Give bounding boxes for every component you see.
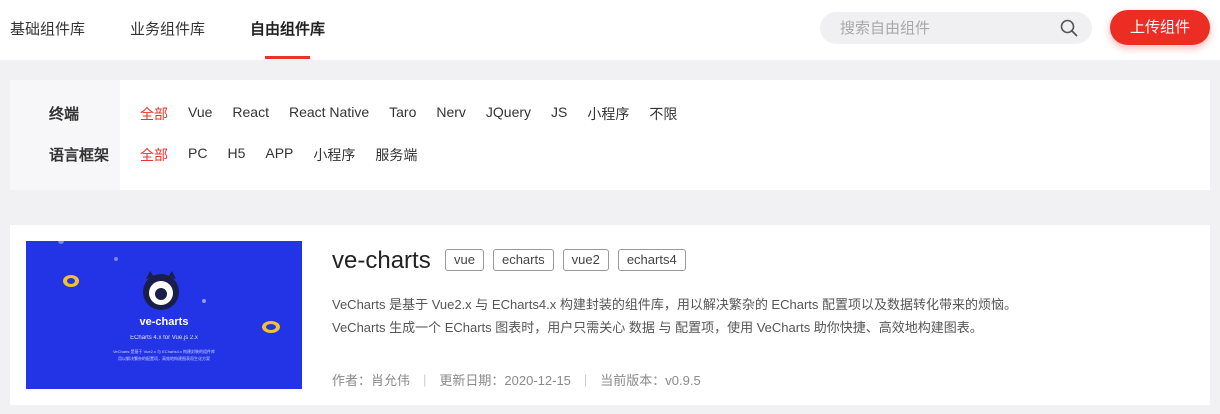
meta-divider: | xyxy=(583,372,588,387)
filter-option-language[interactable]: APP xyxy=(265,145,293,165)
thumbnail-logo-text: ve-charts xyxy=(139,316,189,328)
filter-label-column: 终端 语言框架 xyxy=(10,80,120,190)
filter-label-terminal: 终端 xyxy=(49,106,80,123)
search-icon[interactable] xyxy=(1060,19,1078,37)
filter-option-language[interactable]: 全部 xyxy=(140,145,168,165)
filter-row-terminal: 全部 Vue React React Native Taro Nerv JQuery JS 小程… xyxy=(140,104,677,124)
component-title[interactable]: ve-charts xyxy=(332,247,431,275)
filter-option-terminal[interactable]: 小程序 xyxy=(587,104,629,124)
search-input[interactable] xyxy=(840,12,1060,44)
filter-option-terminal[interactable]: JS xyxy=(551,104,567,124)
active-tab-indicator xyxy=(265,56,310,59)
component-thumbnail[interactable]: ve-charts ECharts 4.x for Vue.js 2.x VeC… xyxy=(26,241,302,389)
filter-option-terminal[interactable]: JQuery xyxy=(486,104,531,124)
thumbnail-subtitle: ECharts 4.x for Vue.js 2.x xyxy=(130,335,198,341)
filter-option-terminal[interactable]: 不限 xyxy=(649,104,677,124)
top-header: 基础组件库 业务组件库 自由组件库 上传组件 xyxy=(0,0,1220,60)
tab-basic-components[interactable]: 基础组件库 xyxy=(10,18,85,39)
description-line-1: VeCharts 是基于 Vue2.x 与 ECharts4.x 构建封装的组件… xyxy=(332,297,1018,312)
filter-row-language: 全部 PC H5 APP 小程序 服务端 xyxy=(140,145,417,165)
component-card[interactable]: ve-charts ECharts 4.x for Vue.js 2.x VeC… xyxy=(10,225,1210,405)
filter-option-language[interactable]: 服务端 xyxy=(375,145,417,165)
component-tags: vue echarts vue2 echarts4 xyxy=(445,249,686,271)
meta-divider: | xyxy=(423,372,427,387)
update-date: 更新日期：2020-12-15 xyxy=(439,373,571,388)
component-meta: 作者：肖允伟 | 更新日期：2020-12-15 | 当前版本：v0.9.5 xyxy=(332,370,701,389)
tab-business-components[interactable]: 业务组件库 xyxy=(130,18,205,39)
description-line-2: VeCharts 生成一个 ECharts 图表时，用户只需关心 数据 与 配置… xyxy=(332,320,983,335)
component-tag[interactable]: echarts xyxy=(492,249,554,271)
upload-component-button[interactable]: 上传组件 xyxy=(1110,10,1210,45)
component-tag[interactable]: vue2 xyxy=(562,249,609,271)
filter-option-terminal[interactable]: React Native xyxy=(289,104,369,124)
filter-option-language[interactable]: PC xyxy=(188,145,207,165)
filter-panel: 终端 语言框架 全部 Vue React React Native Taro Nerv JQ… xyxy=(10,80,1210,190)
thumbnail-art xyxy=(58,241,280,333)
thumbnail-caption-1: VeCharts 是基于 Vue2.x 与 ECharts4.x 构建封装的组件… xyxy=(112,349,216,354)
filter-option-terminal[interactable]: 全部 xyxy=(140,104,168,124)
component-tag[interactable]: echarts4 xyxy=(617,249,686,271)
component-description: VeCharts 是基于 Vue2.x 与 ECharts4.x 构建封装的组件… xyxy=(332,293,1017,339)
filter-option-language[interactable]: H5 xyxy=(227,145,245,165)
filter-label-language: 语言框架 xyxy=(49,147,110,164)
search-box xyxy=(820,12,1092,44)
tab-free-components[interactable]: 自由组件库 xyxy=(250,18,325,39)
filter-option-terminal[interactable]: Nerv xyxy=(436,104,466,124)
current-version: 当前版本：v0.9.5 xyxy=(600,373,701,388)
thumbnail-caption-2: 用以解决繁杂的配置项，高效地构建图表而生化方案 xyxy=(118,356,210,361)
filter-option-terminal[interactable]: Vue xyxy=(188,104,212,124)
filter-option-terminal[interactable]: Taro xyxy=(389,104,416,124)
author: 作者：肖允伟 xyxy=(332,373,411,388)
filter-option-language[interactable]: 小程序 xyxy=(313,145,355,165)
component-tag[interactable]: vue xyxy=(445,249,484,271)
filter-option-terminal[interactable]: React xyxy=(232,104,269,124)
